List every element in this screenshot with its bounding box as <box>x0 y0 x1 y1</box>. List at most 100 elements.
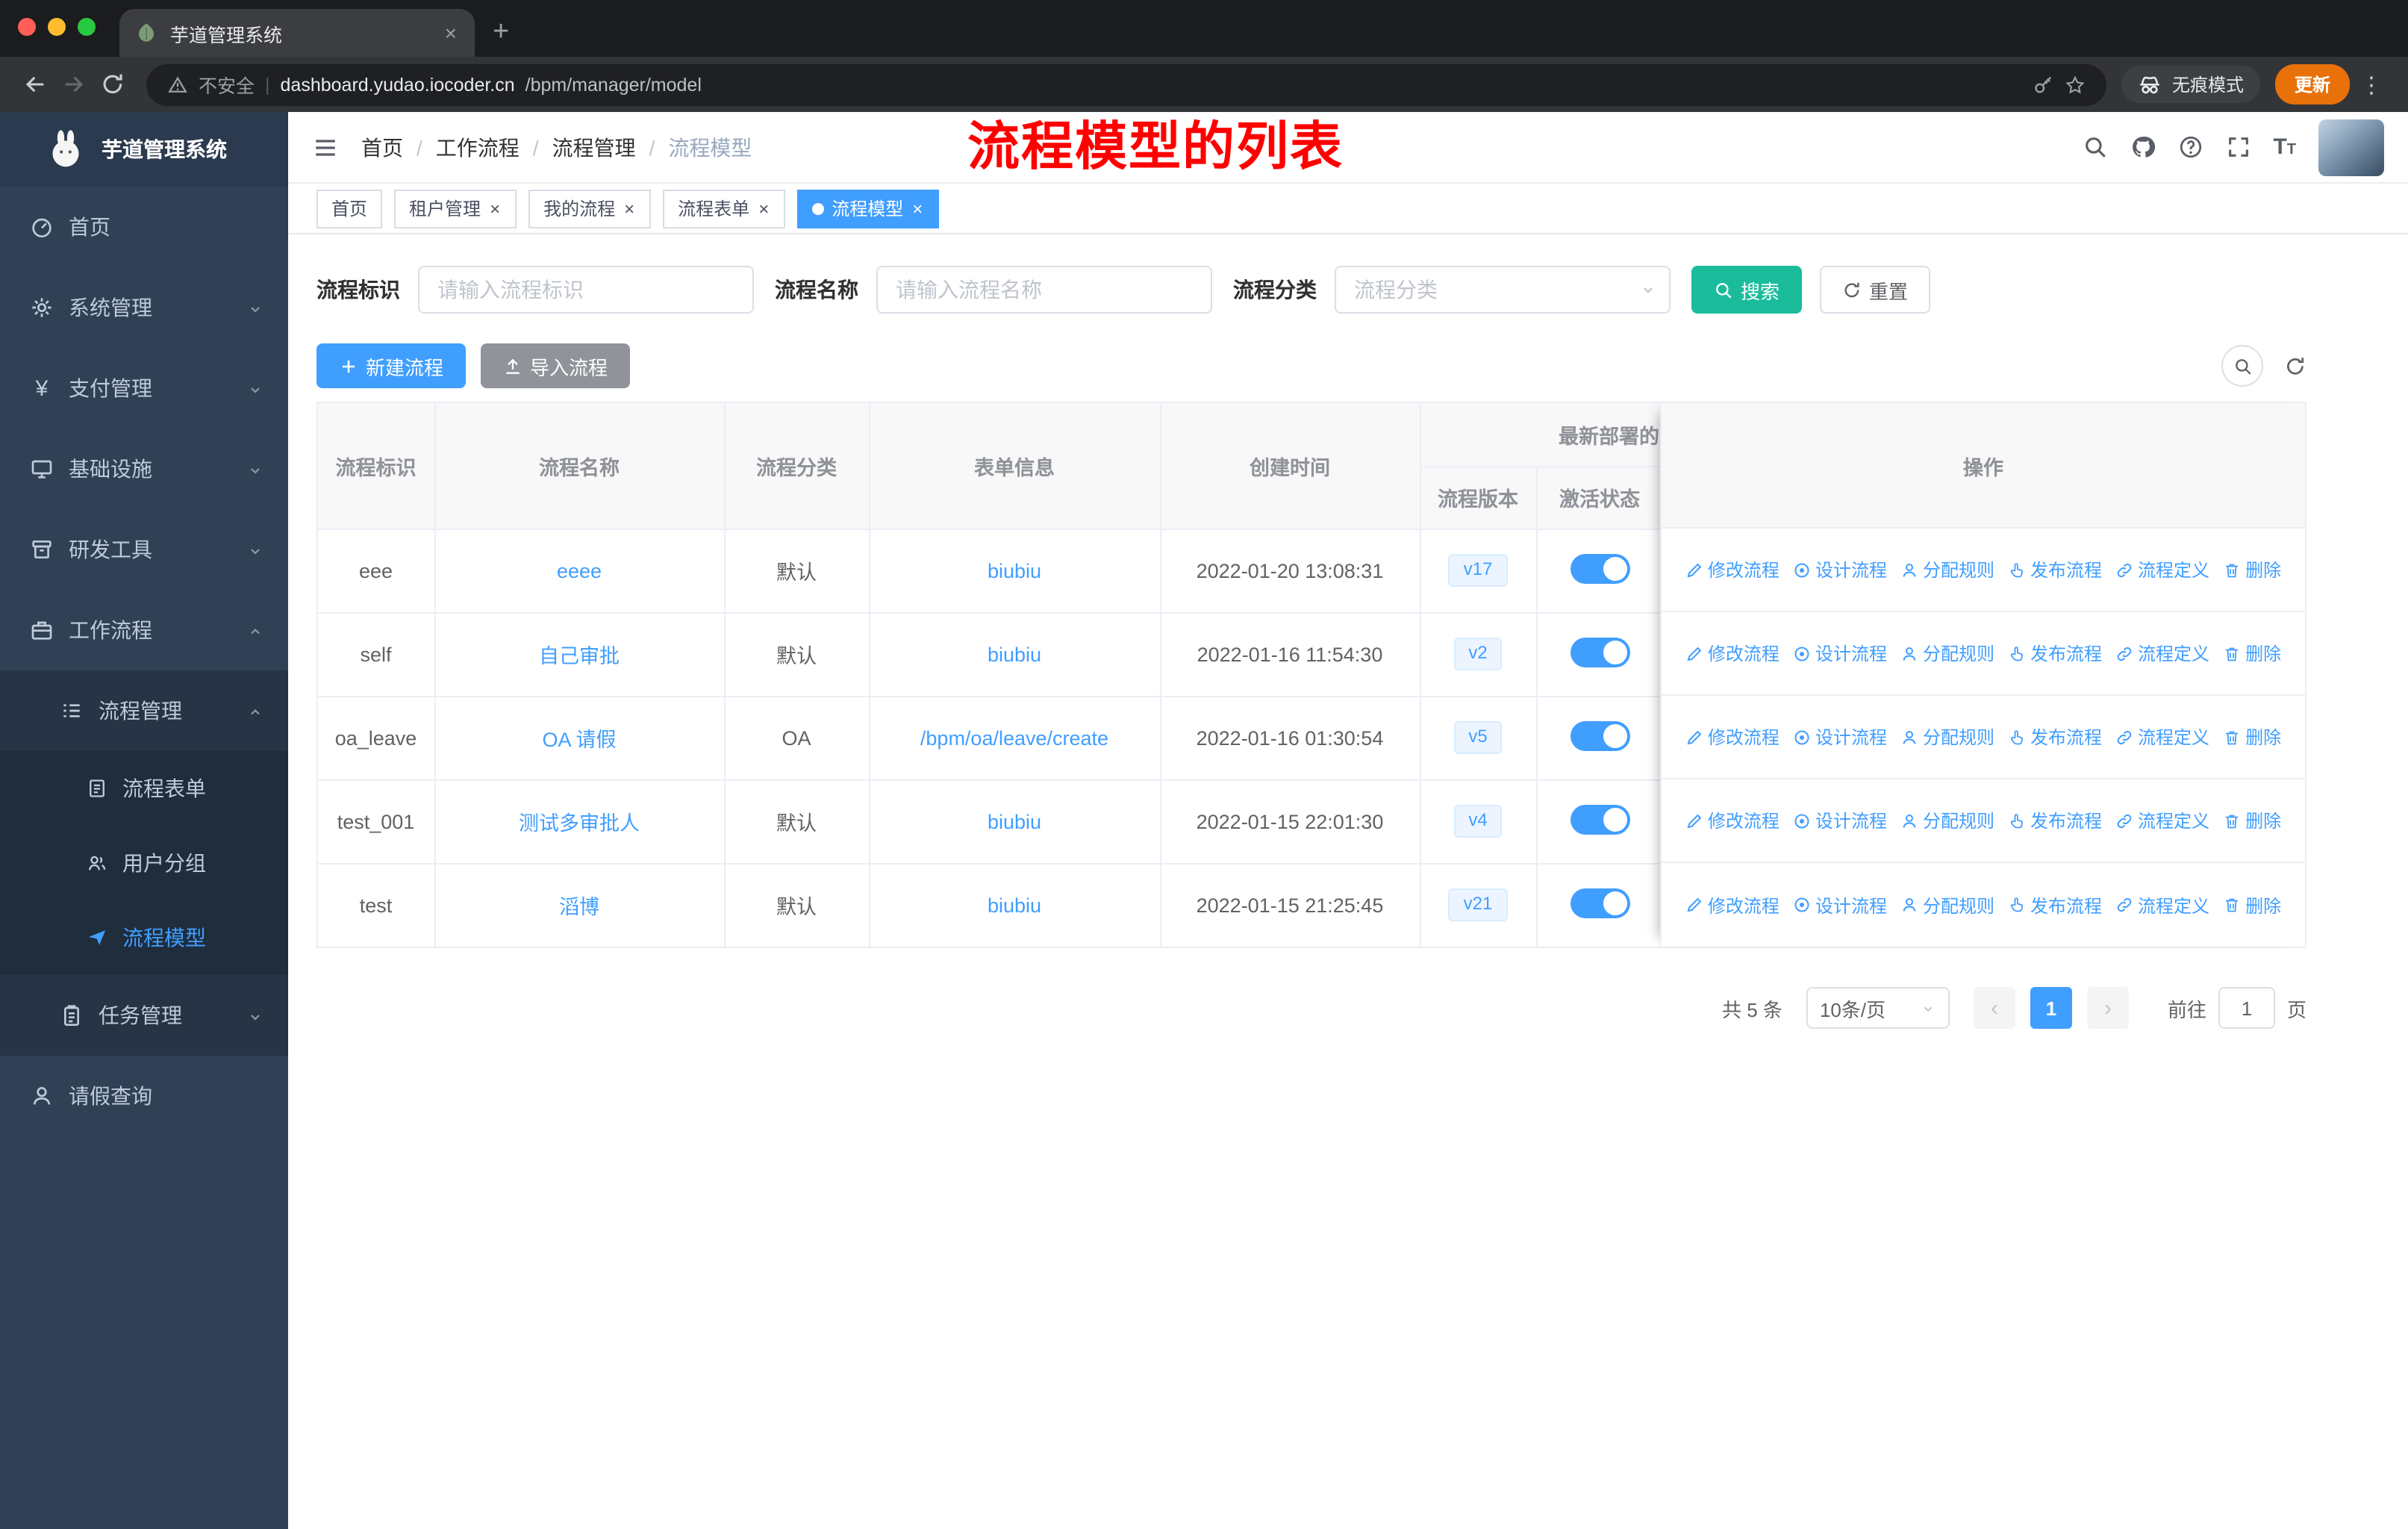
goto-page-input[interactable] <box>2218 987 2275 1029</box>
search-button[interactable]: 搜索 <box>1691 266 1803 314</box>
op-modify-link[interactable]: 修改流程 <box>1685 557 1780 582</box>
close-icon[interactable]: × <box>488 199 502 217</box>
op-publish-link[interactable]: 发布流程 <box>2008 808 2102 833</box>
op-delete-link[interactable]: 删除 <box>2223 557 2281 582</box>
process-key-input[interactable] <box>418 266 754 314</box>
fullscreen-icon[interactable] <box>2225 134 2251 160</box>
close-icon[interactable]: × <box>623 199 636 217</box>
op-modify-link[interactable]: 修改流程 <box>1685 641 1780 666</box>
minimize-window-button[interactable] <box>48 18 66 36</box>
active-toggle[interactable] <box>1570 720 1629 750</box>
op-assign-rule-link[interactable]: 分配规则 <box>1900 808 1994 833</box>
sidebar-item-process-management[interactable]: 流程管理 <box>0 670 288 751</box>
forward-button[interactable] <box>54 65 93 104</box>
breadcrumb-item-process-management[interactable]: 流程管理 <box>552 132 636 162</box>
tag-process-form[interactable]: 流程表单 × <box>663 189 786 228</box>
form-info-link[interactable]: biubiu <box>988 810 1041 832</box>
close-icon[interactable]: × <box>911 199 924 217</box>
model-name-link[interactable]: OA 请假 <box>542 729 616 751</box>
active-toggle[interactable] <box>1570 888 1629 918</box>
breadcrumb-item-workflow[interactable]: 工作流程 <box>436 132 520 162</box>
browser-menu-icon[interactable]: ⋮ <box>2350 71 2393 98</box>
zoom-window-button[interactable] <box>78 18 96 36</box>
process-category-select[interactable]: 流程分类 <box>1335 266 1671 314</box>
model-name-link[interactable]: eeee <box>557 559 602 582</box>
sidebar-item-workflow[interactable]: 工作流程 <box>0 590 288 670</box>
sidebar-item-system[interactable]: 系统管理 <box>0 267 288 348</box>
op-publish-link[interactable]: 发布流程 <box>2008 892 2102 918</box>
op-publish-link[interactable]: 发布流程 <box>2008 557 2102 582</box>
new-tab-button[interactable]: + <box>493 18 509 46</box>
sidebar-item-process-model[interactable]: 流程模型 <box>0 900 288 975</box>
op-delete-link[interactable]: 删除 <box>2223 892 2281 918</box>
sidebar-toggle-button[interactable] <box>312 134 339 161</box>
address-bar[interactable]: 不安全 | dashboard.yudao.iocoder.cn/bpm/man… <box>146 63 2106 105</box>
reload-button[interactable] <box>93 65 131 104</box>
prev-page-button[interactable]: ‹ <box>1973 987 2015 1029</box>
sidebar-item-task-management[interactable]: 任务管理 <box>0 975 288 1056</box>
op-definition-link[interactable]: 流程定义 <box>2115 724 2209 750</box>
form-info-link[interactable]: biubiu <box>988 559 1041 582</box>
tag-home[interactable]: 首页 <box>316 189 383 228</box>
op-publish-link[interactable]: 发布流程 <box>2008 724 2102 750</box>
current-page-button[interactable]: 1 <box>2030 987 2072 1029</box>
op-assign-rule-link[interactable]: 分配规则 <box>1900 557 1994 582</box>
tag-process-model[interactable]: 流程模型 × <box>797 189 940 228</box>
op-delete-link[interactable]: 删除 <box>2223 724 2281 750</box>
browser-tab[interactable]: 芋道管理系统 × <box>119 9 475 57</box>
security-label[interactable]: 不安全 <box>199 70 255 99</box>
app-logo[interactable]: 芋道管理系统 <box>0 112 288 187</box>
model-name-link[interactable]: 滔博 <box>559 897 599 919</box>
next-page-button[interactable]: › <box>2086 987 2129 1029</box>
op-design-link[interactable]: 设计流程 <box>1793 641 1887 666</box>
toggle-search-button[interactable] <box>2221 345 2263 387</box>
tag-tenant-management[interactable]: 租户管理 × <box>394 189 517 228</box>
sidebar-item-home[interactable]: 首页 <box>0 187 288 267</box>
op-design-link[interactable]: 设计流程 <box>1793 724 1887 750</box>
op-definition-link[interactable]: 流程定义 <box>2115 892 2209 918</box>
form-info-link[interactable]: /bpm/oa/leave/create <box>920 726 1108 749</box>
sidebar-item-user-group[interactable]: 用户分组 <box>0 826 288 900</box>
op-delete-link[interactable]: 删除 <box>2223 641 2281 666</box>
op-definition-link[interactable]: 流程定义 <box>2115 808 2209 833</box>
bookmark-star-icon[interactable] <box>2065 74 2086 95</box>
create-process-button[interactable]: 新建流程 <box>316 343 467 388</box>
sidebar-item-infrastructure[interactable]: 基础设施 <box>0 429 288 509</box>
model-name-link[interactable]: 自己审批 <box>539 645 620 667</box>
op-design-link[interactable]: 设计流程 <box>1793 892 1887 918</box>
search-icon[interactable] <box>2082 134 2107 160</box>
page-size-select[interactable]: 10条/页 <box>1806 987 1950 1029</box>
reset-button[interactable]: 重置 <box>1820 266 1931 314</box>
op-design-link[interactable]: 设计流程 <box>1793 808 1887 833</box>
help-icon[interactable] <box>2177 134 2203 160</box>
sidebar-item-payment[interactable]: ¥ 支付管理 <box>0 348 288 429</box>
op-delete-link[interactable]: 删除 <box>2223 808 2281 833</box>
tab-close-icon[interactable]: × <box>442 21 460 45</box>
op-design-link[interactable]: 设计流程 <box>1793 557 1887 582</box>
import-process-button[interactable]: 导入流程 <box>481 343 631 388</box>
close-icon[interactable]: × <box>757 199 770 217</box>
github-icon[interactable] <box>2130 134 2155 160</box>
chrome-update-button[interactable]: 更新 <box>2274 64 2350 105</box>
op-assign-rule-link[interactable]: 分配规则 <box>1900 641 1994 666</box>
form-info-link[interactable]: biubiu <box>988 643 1041 665</box>
op-modify-link[interactable]: 修改流程 <box>1685 724 1780 750</box>
refresh-table-button[interactable] <box>2284 355 2306 377</box>
process-name-input[interactable] <box>876 266 1212 314</box>
active-toggle[interactable] <box>1570 553 1629 583</box>
tag-my-process[interactable]: 我的流程 × <box>528 189 652 228</box>
op-publish-link[interactable]: 发布流程 <box>2008 641 2102 666</box>
password-key-icon[interactable] <box>2033 74 2054 95</box>
op-modify-link[interactable]: 修改流程 <box>1685 808 1780 833</box>
op-definition-link[interactable]: 流程定义 <box>2115 557 2209 582</box>
op-modify-link[interactable]: 修改流程 <box>1685 892 1780 918</box>
close-window-button[interactable] <box>18 18 36 36</box>
op-assign-rule-link[interactable]: 分配规则 <box>1900 892 1994 918</box>
back-button[interactable] <box>15 65 54 104</box>
op-assign-rule-link[interactable]: 分配规则 <box>1900 724 1994 750</box>
font-size-icon[interactable]: TT <box>2273 136 2296 158</box>
sidebar-item-process-form[interactable]: 流程表单 <box>0 751 288 826</box>
model-name-link[interactable]: 测试多审批人 <box>519 812 640 835</box>
sidebar-item-devtools[interactable]: 研发工具 <box>0 509 288 590</box>
avatar[interactable] <box>2318 119 2384 175</box>
